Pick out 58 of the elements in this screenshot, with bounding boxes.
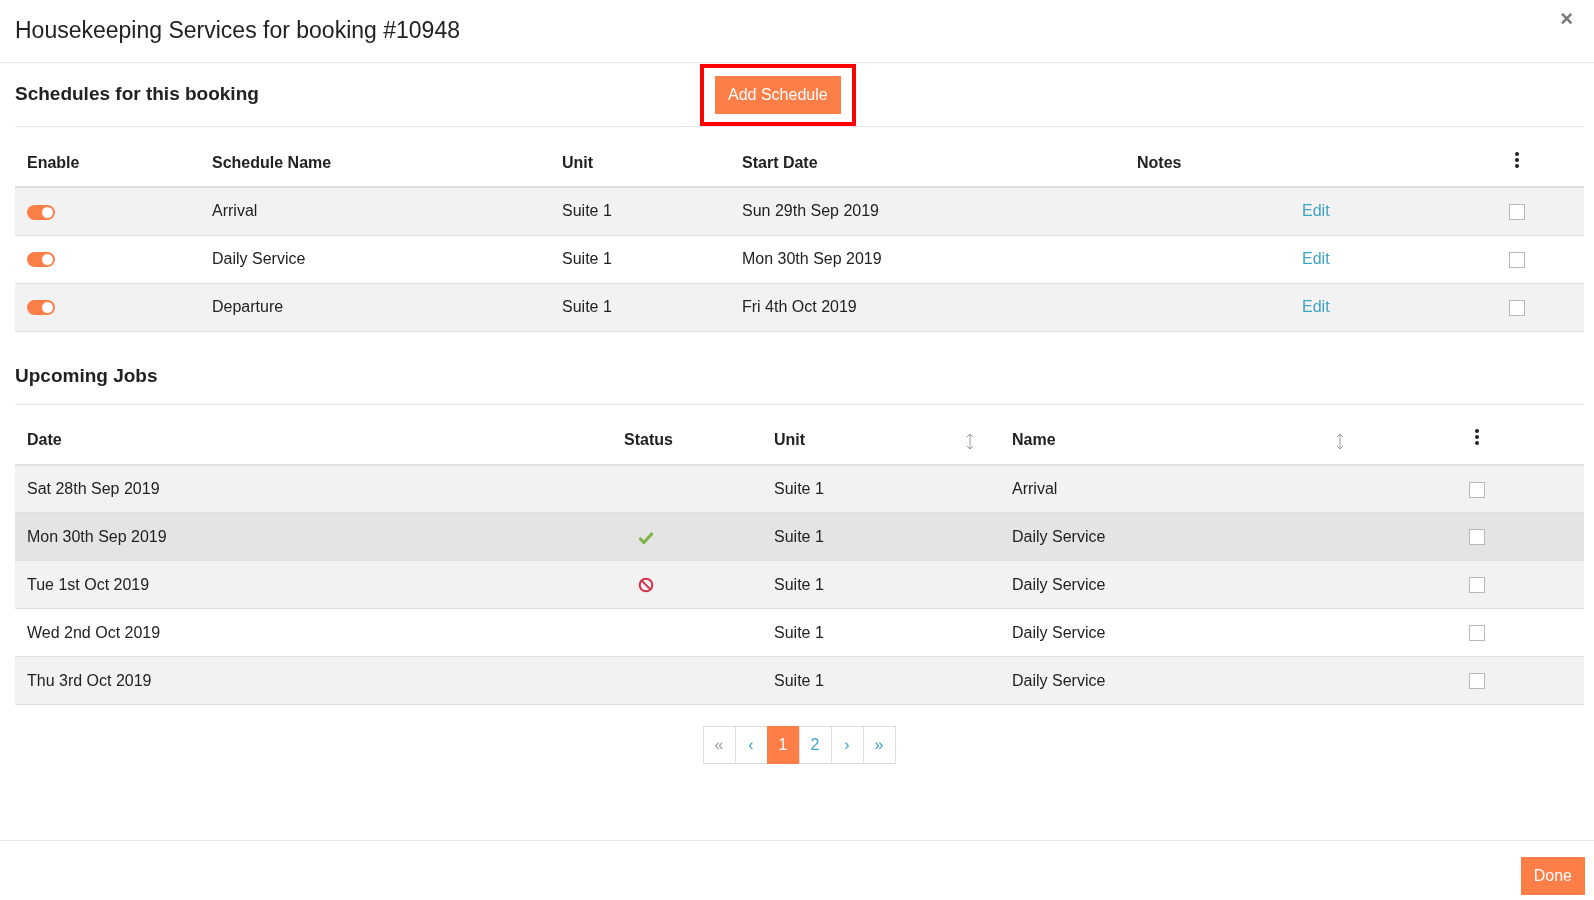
close-button[interactable]: × <box>1554 8 1579 30</box>
column-header: Status <box>624 430 673 450</box>
more-options-icon[interactable] <box>1515 151 1519 168</box>
more-options-icon[interactable] <box>1475 429 1479 446</box>
edit-link[interactable]: Edit <box>1302 202 1330 220</box>
table-cell: Daily Service <box>1000 512 1370 561</box>
sort-icon[interactable] <box>966 432 974 450</box>
checkbox[interactable] <box>1469 673 1485 690</box>
sort-icon[interactable] <box>1336 432 1344 450</box>
page-link[interactable]: ‹ <box>734 726 768 764</box>
table-cell: Sat 28th Sep 2019 <box>15 464 612 513</box>
edit-link[interactable]: Edit <box>1302 298 1330 315</box>
page-link[interactable]: › <box>830 726 864 764</box>
table-cell: Daily Service <box>1000 608 1370 657</box>
table-cell: Suite 1 <box>762 608 1000 657</box>
page-link[interactable]: 1 <box>766 726 800 764</box>
toggle-switch[interactable] <box>27 204 55 220</box>
add-schedule-button[interactable]: Add Schedule <box>715 75 841 114</box>
edit-link[interactable]: Edit <box>1302 250 1330 267</box>
checkbox[interactable] <box>1509 204 1525 220</box>
table-cell: Suite 1 <box>762 656 1000 705</box>
table-cell: Departure <box>200 283 550 331</box>
checkbox[interactable] <box>1469 529 1485 546</box>
table-cell: Daily Service <box>200 235 550 283</box>
column-header: Unit <box>774 430 806 450</box>
table-cell: Suite 1 <box>550 235 730 283</box>
page-link[interactable]: 2 <box>798 726 832 764</box>
section-heading: Schedules for this booking <box>15 83 260 106</box>
toggle-switch[interactable] <box>27 300 55 316</box>
checkbox[interactable] <box>1509 299 1525 316</box>
table-cell: Suite 1 <box>762 512 1000 561</box>
table-cell: Daily Service <box>1000 560 1370 609</box>
table-cell: Daily Service <box>1000 656 1370 705</box>
table-cell: Thu 3rd Oct 2019 <box>15 656 612 705</box>
checkbox[interactable] <box>1469 481 1485 498</box>
page-link[interactable]: » <box>862 726 896 764</box>
column-header: Name <box>1012 430 1056 450</box>
table-cell: Arrival <box>1000 464 1370 513</box>
checkbox[interactable] <box>1469 625 1485 642</box>
table-cell: Mon 30th Sep 2019 <box>730 235 1125 283</box>
table-cell: Mon 30th Sep 2019 <box>15 512 612 561</box>
checkbox[interactable] <box>1469 577 1485 594</box>
table-cell: Fri 4th Oct 2019 <box>730 283 1125 331</box>
column-header: Date <box>27 430 62 450</box>
table-cell: Suite 1 <box>550 187 730 235</box>
checkbox[interactable] <box>1509 251 1525 268</box>
table-cell: Tue 1st Oct 2019 <box>15 560 612 609</box>
table-cell: Sun 29th Sep 2019 <box>730 187 1125 235</box>
table-cell: Suite 1 <box>762 560 1000 609</box>
dialog-title: Housekeeping Services for booking #10948 <box>15 17 460 45</box>
table-cell: Wed 2nd Oct 2019 <box>15 608 612 657</box>
toggle-switch[interactable] <box>27 252 55 268</box>
table-cell: Arrival <box>200 187 550 235</box>
page-link[interactable]: « <box>702 726 736 764</box>
table-cell: Suite 1 <box>550 283 730 331</box>
table-cell: Suite 1 <box>762 464 1000 513</box>
section-heading: Upcoming Jobs <box>15 364 158 388</box>
done-button[interactable]: Done <box>1520 857 1585 895</box>
